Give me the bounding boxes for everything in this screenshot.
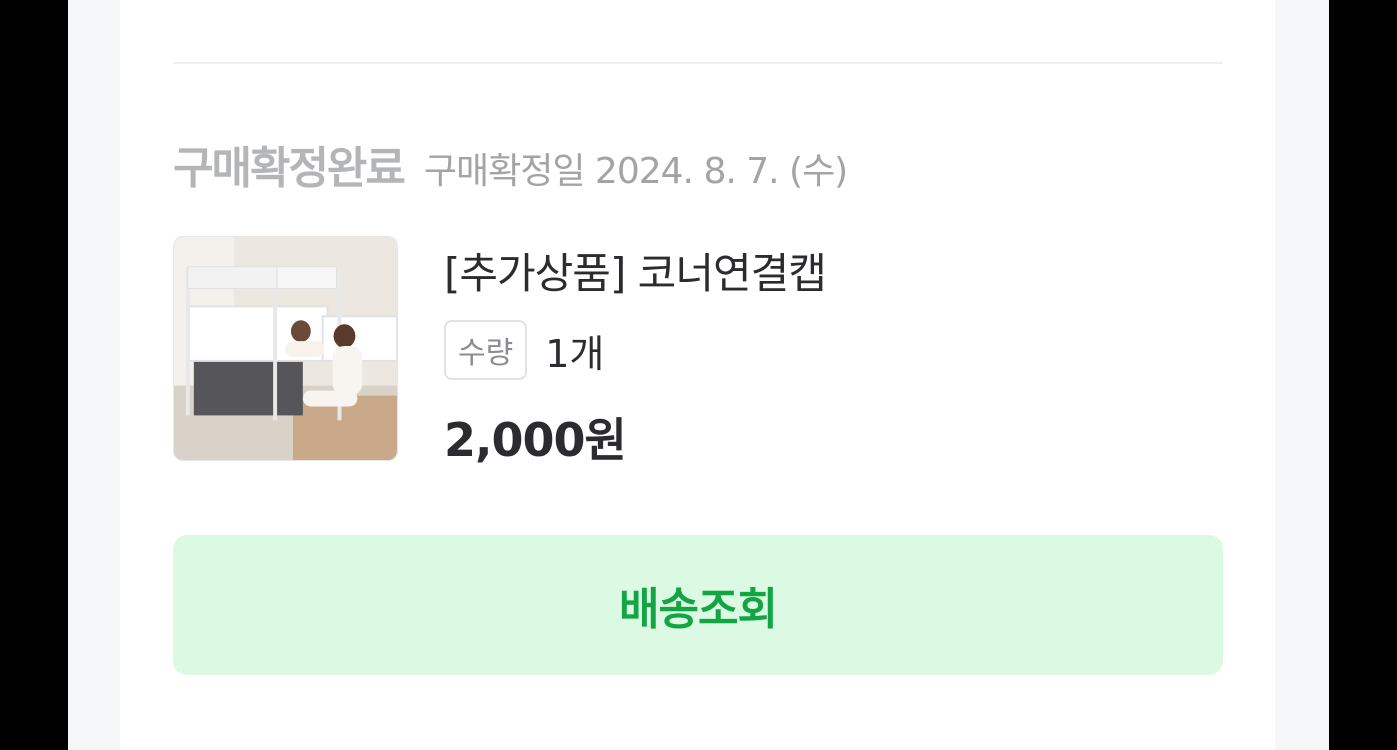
product-price: 2,000원 <box>444 413 627 467</box>
order-status-row: 구매확정완료 구매확정일 2024. 8. 7. (수) <box>173 132 848 196</box>
order-status-title: 구매확정완료 <box>173 143 406 194</box>
product-name[interactable]: [추가상품] 코너연결캡 <box>444 240 827 301</box>
quantity-value: 1개 <box>545 331 605 376</box>
quantity-row: 수량 1개 <box>444 320 604 380</box>
app-screen: 구매확정완료 구매확정일 2024. 8. 7. (수) [추가상품] 코너연결… <box>68 0 1329 750</box>
quantity-badge: 수량 <box>444 320 528 380</box>
track-delivery-button[interactable]: 배송조회 <box>173 535 1223 675</box>
order-card: 구매확정완료 구매확정일 2024. 8. 7. (수) [추가상품] 코너연결… <box>120 0 1275 750</box>
section-divider <box>173 62 1223 64</box>
track-delivery-label: 배송조회 <box>619 584 778 635</box>
purchase-confirm-date: 구매확정일 2024. 8. 7. (수) <box>423 151 848 192</box>
bed-guard-product-photo <box>174 237 397 460</box>
product-thumbnail[interactable] <box>173 236 398 461</box>
